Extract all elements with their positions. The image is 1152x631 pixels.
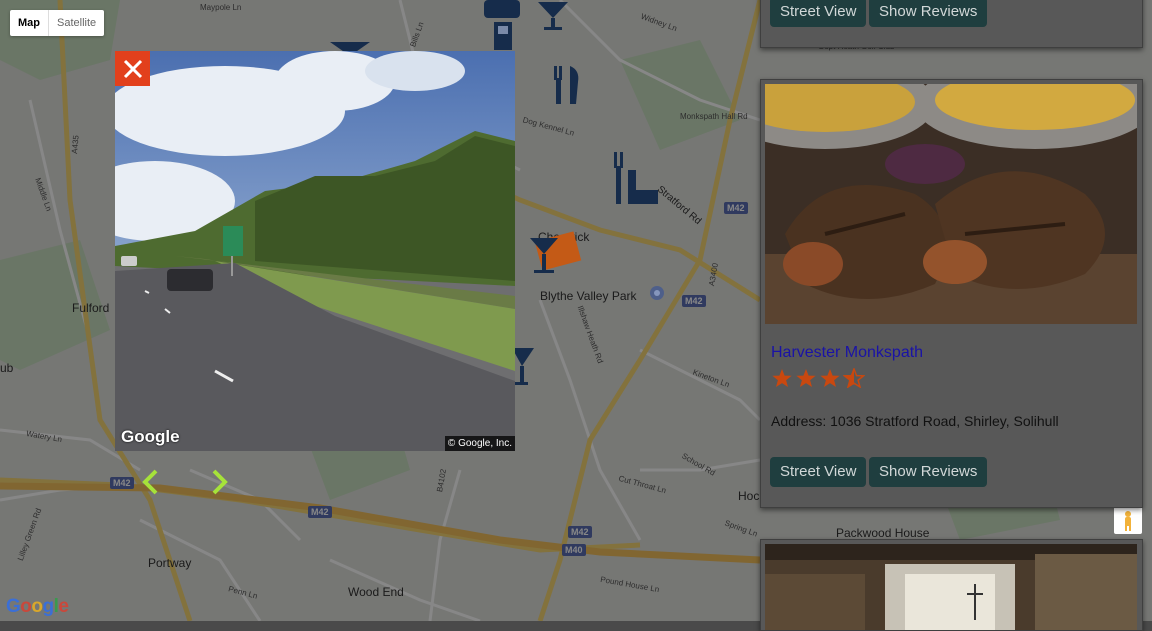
street-view-image — [115, 51, 515, 451]
google-logo: Google — [6, 596, 69, 617]
map-type-control: Map Satellite — [10, 10, 105, 36]
previous-arrow-icon[interactable] — [140, 468, 160, 496]
hotel-restaurant-icon[interactable] — [612, 150, 660, 208]
close-street-view-button[interactable] — [115, 51, 150, 86]
food-photo — [765, 84, 1137, 324]
street-view-panel[interactable]: Google © Google, Inc. — [115, 51, 515, 451]
show-reviews-button[interactable]: Show Reviews — [869, 457, 988, 487]
place-card-harvester-monkspath: Harvester Monkspath Address: 1036 Stratf… — [760, 79, 1143, 508]
pegman-control[interactable] — [1114, 506, 1142, 534]
interior-photo — [765, 544, 1137, 630]
bar-highlighted-icon[interactable] — [528, 228, 584, 280]
close-icon — [123, 59, 142, 78]
food-photo-image — [765, 84, 1137, 324]
bar-icon[interactable] — [536, 0, 570, 32]
star-full-icon — [820, 369, 840, 387]
place-card-next — [760, 539, 1143, 631]
street-view-google-label: Google — [121, 427, 180, 446]
next-arrow-icon[interactable] — [210, 468, 230, 496]
rating-stars — [771, 368, 865, 388]
map-type-satellite-button[interactable]: Satellite — [48, 10, 104, 36]
place-title-link[interactable]: Harvester Monkspath — [771, 344, 923, 362]
star-full-icon — [796, 369, 816, 387]
map-pin-icon — [650, 286, 664, 300]
gas-station-icon[interactable] — [484, 0, 524, 52]
street-view-button[interactable]: Street View — [770, 457, 867, 487]
bar-icon-edge[interactable] — [512, 346, 534, 386]
star-half-icon — [843, 368, 865, 388]
interior-photo-image — [765, 544, 1137, 630]
place-card-previous: Street View Show Reviews — [760, 0, 1143, 48]
street-view-button[interactable]: Street View — [770, 0, 867, 27]
map-type-map-button[interactable]: Map — [10, 10, 48, 36]
show-reviews-button[interactable]: Show Reviews — [869, 0, 988, 27]
place-address: Address: 1036 Stratford Road, Shirley, S… — [771, 413, 1059, 429]
restaurant-icon[interactable] — [552, 64, 582, 106]
street-view-copyright: © Google, Inc. — [444, 436, 515, 451]
star-full-icon — [772, 369, 792, 387]
pegman-icon — [1125, 511, 1131, 531]
